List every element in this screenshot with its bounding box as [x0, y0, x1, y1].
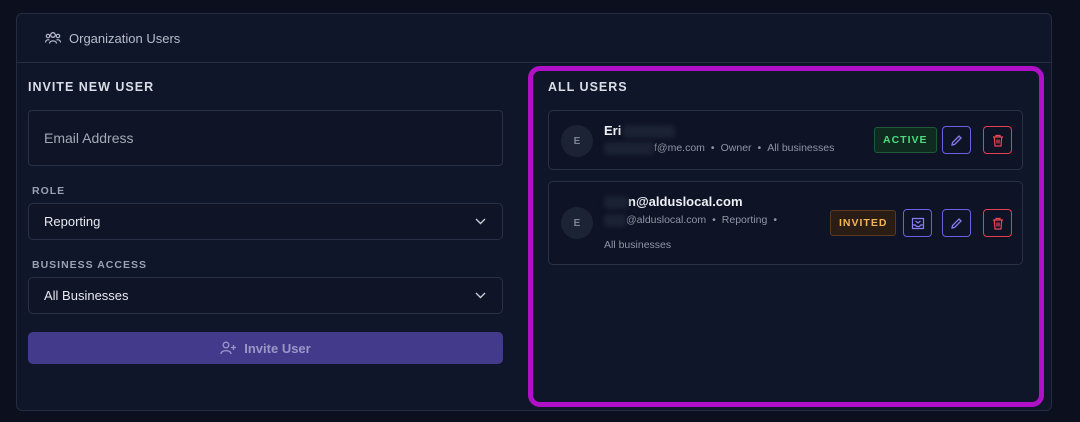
user-email: @alduslocal.com [626, 214, 707, 226]
status-badge: INVITED [830, 210, 897, 236]
user-plus-icon [220, 341, 237, 355]
email-field-wrapper [28, 110, 503, 166]
invite-panel: INVITE NEW USER ROLE Reporting BUSINESS … [28, 80, 504, 364]
delete-user-button[interactable] [983, 126, 1012, 154]
email-field[interactable] [44, 130, 502, 146]
delete-user-button[interactable] [983, 209, 1012, 237]
user-email: f@me.com [654, 142, 705, 154]
role-select[interactable]: Reporting [28, 203, 503, 240]
users-icon [45, 31, 61, 45]
role-label: ROLE [32, 185, 66, 197]
user-access: All businesses [767, 142, 835, 154]
pencil-icon [950, 217, 963, 230]
invite-user-button[interactable]: Invite User [28, 332, 503, 364]
business-access-label: BUSINESS ACCESS [32, 259, 147, 271]
business-access-select-value: All Businesses [44, 288, 129, 303]
pencil-icon [950, 134, 963, 147]
user-role: Reporting [721, 214, 768, 226]
mail-inbox-icon [911, 217, 925, 230]
all-users-section-title: ALL USERS [548, 80, 628, 94]
edit-user-button[interactable] [942, 126, 971, 154]
user-access: All businesses [604, 239, 672, 251]
invite-user-button-label: Invite User [244, 340, 311, 356]
chevron-down-icon [475, 292, 486, 299]
business-access-select[interactable]: All Businesses [28, 277, 503, 314]
resend-invite-button[interactable] [903, 209, 932, 237]
user-name: n@alduslocal.com [604, 194, 743, 210]
chevron-down-icon [475, 218, 486, 225]
avatar: E [561, 125, 593, 157]
avatar: E [561, 207, 593, 239]
user-card: E Eri f@me.com • Owner • All businesses ACTI… [548, 110, 1023, 170]
user-meta: @alduslocal.com • Reporting • All businesses [604, 213, 778, 251]
card-header: Organization Users [17, 14, 1051, 63]
user-meta: f@me.com • Owner • All businesses [604, 136, 864, 161]
trash-icon [992, 217, 1004, 230]
redacted-block [604, 213, 626, 227]
user-card: E n@alduslocal.com @alduslocal.com • Repor… [548, 181, 1023, 265]
user-name-text: n@alduslocal.com [628, 194, 743, 209]
edit-user-button[interactable] [942, 209, 971, 237]
page-title: Organization Users [69, 30, 181, 46]
trash-icon [992, 134, 1004, 147]
invite-section-title: INVITE NEW USER [28, 80, 155, 94]
redacted-block [604, 141, 654, 155]
status-badge: ACTIVE [874, 127, 937, 153]
role-select-value: Reporting [44, 214, 101, 229]
all-users-panel: ALL USERS E Eri f@me.com • Owner • All busin… [548, 80, 1023, 265]
user-role: Owner [720, 142, 752, 154]
